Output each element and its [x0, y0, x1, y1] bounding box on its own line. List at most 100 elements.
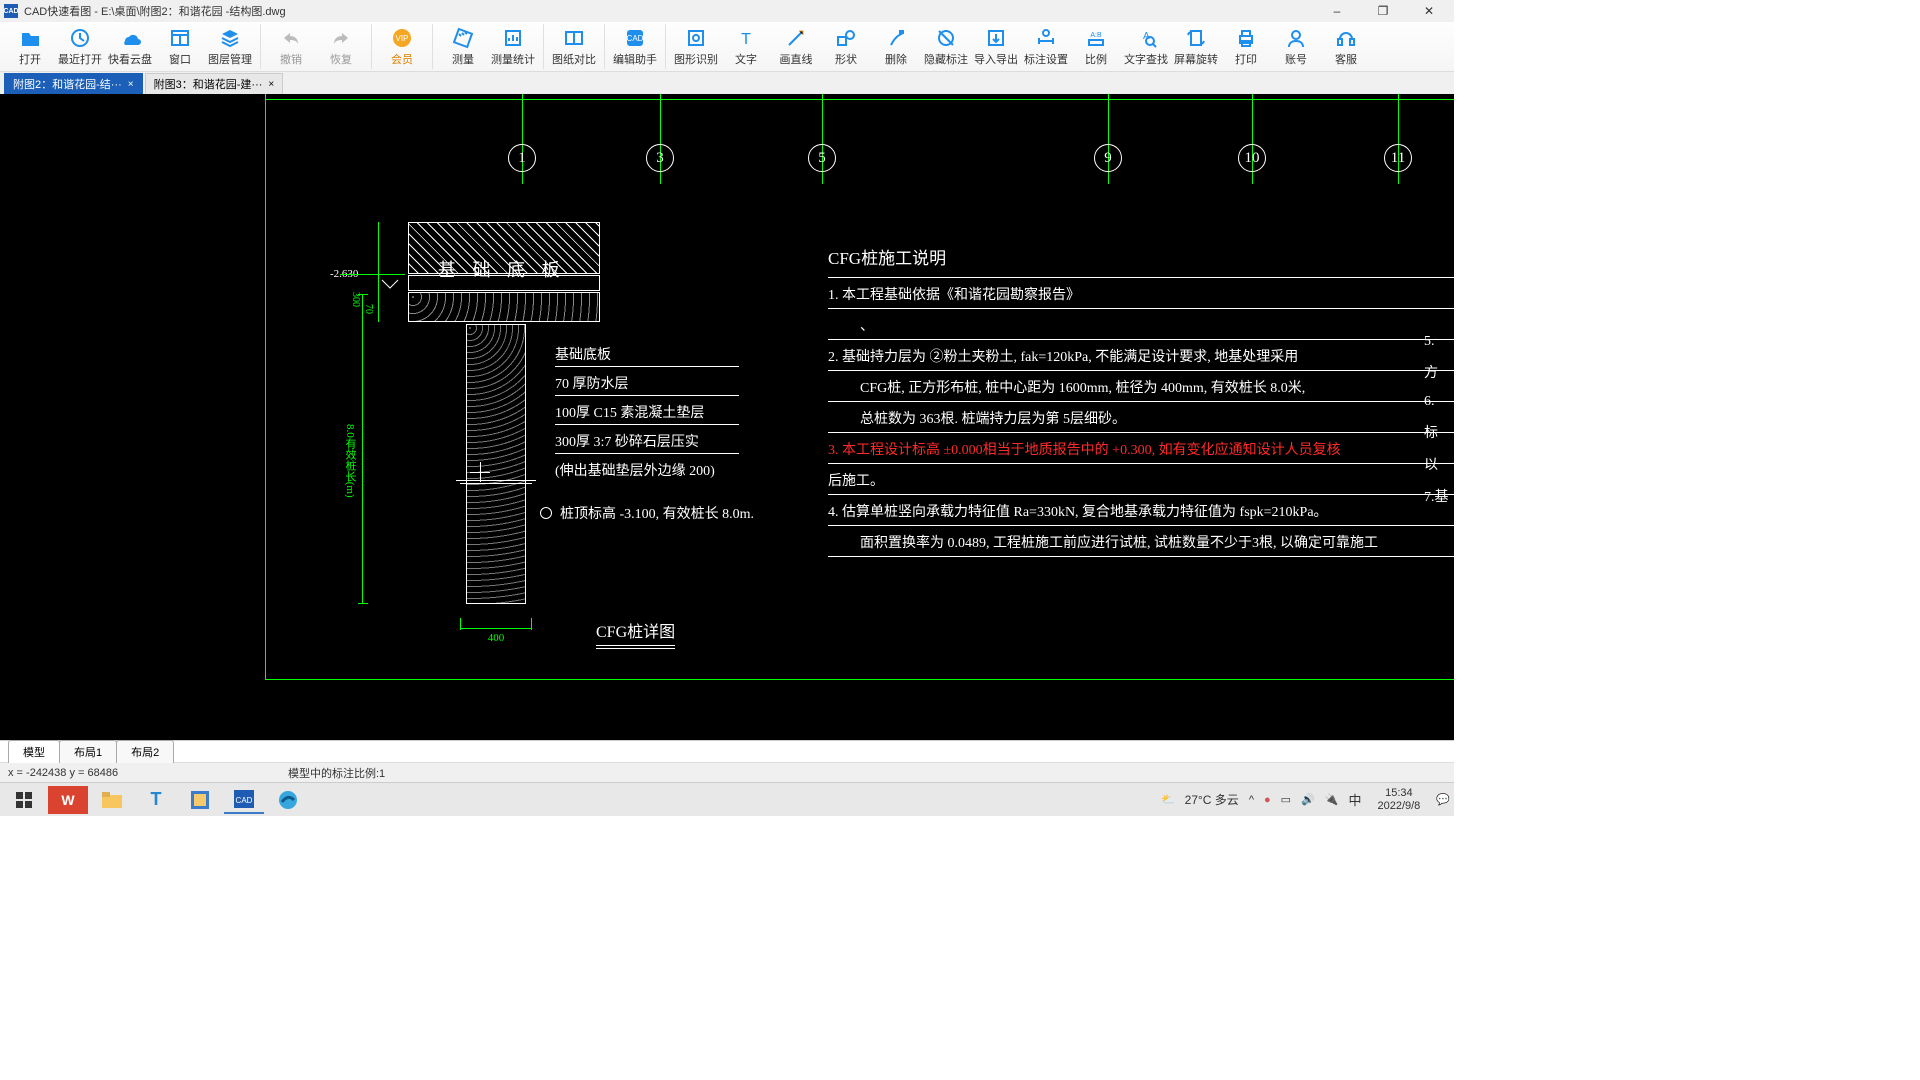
tool-形状[interactable]: 形状 — [822, 24, 870, 69]
快看云盘-icon — [119, 27, 141, 49]
maximize-button[interactable]: ❐ — [1368, 4, 1398, 18]
drawing-canvas[interactable]: 13591011 基 础 底 板 -2.630 70 300 8.0有效桩长(m… — [0, 94, 1454, 740]
tab-label: 附图3：和谐花园-建··· — [154, 76, 263, 92]
tool-屏幕旋转[interactable]: 屏幕旋转 — [1172, 24, 1220, 69]
titlebar: CAD CAD快速看图 - E:\桌面\附图2：和谐花园 -结构图.dwg – … — [0, 0, 1454, 22]
tool-label: 隐藏标注 — [924, 51, 968, 67]
clock-time: 15:34 — [1377, 787, 1420, 799]
tool-文字[interactable]: T文字 — [722, 24, 770, 69]
statusbar: x = -242438 y = 68486 模型中的标注比例:1 — [0, 762, 1454, 782]
标注设置-icon — [1035, 27, 1057, 49]
start-button[interactable] — [4, 786, 44, 814]
tool-删除[interactable]: 删除 — [872, 24, 920, 69]
tool-标注设置[interactable]: 标注设置 — [1022, 24, 1070, 69]
layout-tabs: 模型布局1布局2 — [0, 740, 1454, 762]
note-row: 2. 基础持力层为 ②粉土夹粉土, fak=120kPa, 不能满足设计要求, … — [828, 340, 1454, 367]
note-row: 面积置换率为 0.0489, 工程桩施工前应进行试桩, 试桩数量不少于3根, 以… — [828, 526, 1454, 553]
账号-icon — [1285, 27, 1307, 49]
tool-比例[interactable]: A:B比例 — [1072, 24, 1120, 69]
edge-marker: 7.基 — [1424, 486, 1454, 506]
tool-文字查找[interactable]: A文字查找 — [1122, 24, 1170, 69]
note-row: 总桩数为 363根. 桩端持力层为第 5层细砂。 — [828, 402, 1454, 429]
tray-chevron-icon[interactable]: ^ — [1249, 794, 1254, 806]
note-row: 4. 估算单桩竖向承载力特征值 Ra=330kN, 复合地基承载力特征值为 fs… — [828, 495, 1454, 522]
tray-chat-icon[interactable]: ● — [1264, 794, 1271, 806]
taskbar-edge-icon[interactable] — [268, 786, 308, 814]
tray-network-icon[interactable]: 🔌 — [1325, 793, 1339, 806]
layer-note-line: 100厚 C15 素混凝土垫层 — [555, 402, 739, 425]
tool-编辑助手[interactable]: CAD编辑助手 — [611, 24, 659, 69]
tool-label: 文字 — [735, 51, 757, 67]
隐藏标注-icon — [935, 27, 957, 49]
tool-窗口[interactable]: 窗口 — [156, 24, 204, 69]
dim-pile-length-label: 8.0有效桩长(m) — [342, 424, 358, 498]
tool-label: 打印 — [1235, 51, 1257, 67]
ime-indicator[interactable]: 中 — [1348, 790, 1361, 809]
taskbar-explorer-icon[interactable] — [92, 786, 132, 814]
weather-text[interactable]: 27°C 多云 — [1185, 791, 1239, 808]
删除-icon — [885, 27, 907, 49]
file-tab[interactable]: 附图3：和谐花园-建··· × — [145, 73, 284, 94]
layout-tab-模型[interactable]: 模型 — [8, 740, 60, 763]
tool-label: 恢复 — [330, 51, 352, 67]
taskbar-wps-icon[interactable]: W — [48, 786, 88, 814]
tool-撤销[interactable]: 撤销 — [267, 24, 315, 69]
tray-volume-icon[interactable]: 🔊 — [1301, 793, 1315, 806]
tool-图形识别[interactable]: 图形识别 — [672, 24, 720, 69]
ruler-vertical — [265, 94, 266, 680]
grid-bubble: 11 — [1384, 144, 1412, 172]
ruler-horizontal — [265, 679, 1454, 680]
tab-close-icon[interactable]: × — [268, 79, 274, 90]
layer-note-line: 300厚 3:7 砂碎石层压实 — [555, 431, 739, 454]
file-tabs: 附图2：和谐花园-结···× 附图3：和谐花园-建··· × — [0, 72, 1454, 94]
测量-icon — [452, 27, 474, 49]
tool-测量统计[interactable]: 测量统计 — [489, 24, 537, 69]
close-button[interactable]: ✕ — [1414, 4, 1444, 18]
bullet-circle-icon — [540, 507, 552, 519]
grid-bubble: 9 — [1094, 144, 1122, 172]
tray-battery-icon[interactable]: ▭ — [1281, 793, 1291, 806]
tool-打印[interactable]: 打印 — [1222, 24, 1270, 69]
tool-隐藏标注[interactable]: 隐藏标注 — [922, 24, 970, 69]
tool-图层管理[interactable]: 图层管理 — [206, 24, 254, 69]
tool-客服[interactable]: 客服 — [1322, 24, 1370, 69]
edge-marker: 5. — [1424, 334, 1454, 350]
layout-tab-布局1[interactable]: 布局1 — [59, 740, 117, 763]
tool-画直线[interactable]: 画直线 — [772, 24, 820, 69]
tool-账号[interactable]: 账号 — [1272, 24, 1320, 69]
tool-会员[interactable]: VIP会员 — [378, 24, 426, 69]
tool-打开[interactable]: 打开 — [6, 24, 54, 69]
tool-导入导出[interactable]: 导入导出 — [972, 24, 1020, 69]
恢复-icon — [330, 27, 352, 49]
right-edge-markers: 5.方6.标以7.基 — [1424, 334, 1454, 518]
tab-close-icon[interactable]: × — [128, 79, 134, 90]
taskbar-app1-icon[interactable]: T — [136, 786, 176, 814]
tool-label: 图纸对比 — [552, 51, 596, 67]
notifications-icon[interactable]: 💬 — [1436, 793, 1450, 806]
tool-最近打开[interactable]: 最近打开 — [56, 24, 104, 69]
屏幕旋转-icon — [1185, 27, 1207, 49]
tool-快看云盘[interactable]: 快看云盘 — [106, 24, 154, 69]
weather-icon[interactable]: ⛅ — [1161, 793, 1175, 806]
layout-tab-布局2[interactable]: 布局2 — [116, 740, 174, 763]
客服-icon — [1335, 27, 1357, 49]
ground-line-2 — [460, 483, 532, 484]
taskbar-app2-icon[interactable] — [180, 786, 220, 814]
tool-label: 打开 — [19, 51, 41, 67]
layer-note-line: (伸出基础垫层外边缘 200) — [555, 460, 739, 482]
tool-恢复[interactable]: 恢复 — [317, 24, 365, 69]
tool-图纸对比[interactable]: 图纸对比 — [550, 24, 598, 69]
edge-marker: 标 — [1424, 422, 1454, 442]
tool-label: 图形识别 — [674, 51, 718, 67]
tool-测量[interactable]: 测量 — [439, 24, 487, 69]
tool-label: 快看云盘 — [108, 51, 152, 67]
waterproof-layer — [408, 275, 600, 291]
layer-note-line: 基础底板 — [555, 344, 739, 367]
taskbar-clock[interactable]: 15:34 2022/9/8 — [1377, 787, 1420, 811]
tool-label: 客服 — [1335, 51, 1357, 67]
tool-label: 账号 — [1285, 51, 1307, 67]
图纸对比-icon — [563, 27, 585, 49]
file-tab[interactable]: 附图2：和谐花园-结···× — [4, 73, 143, 94]
taskbar-cad-icon[interactable]: CAD — [224, 786, 264, 814]
minimize-button[interactable]: – — [1322, 4, 1352, 18]
